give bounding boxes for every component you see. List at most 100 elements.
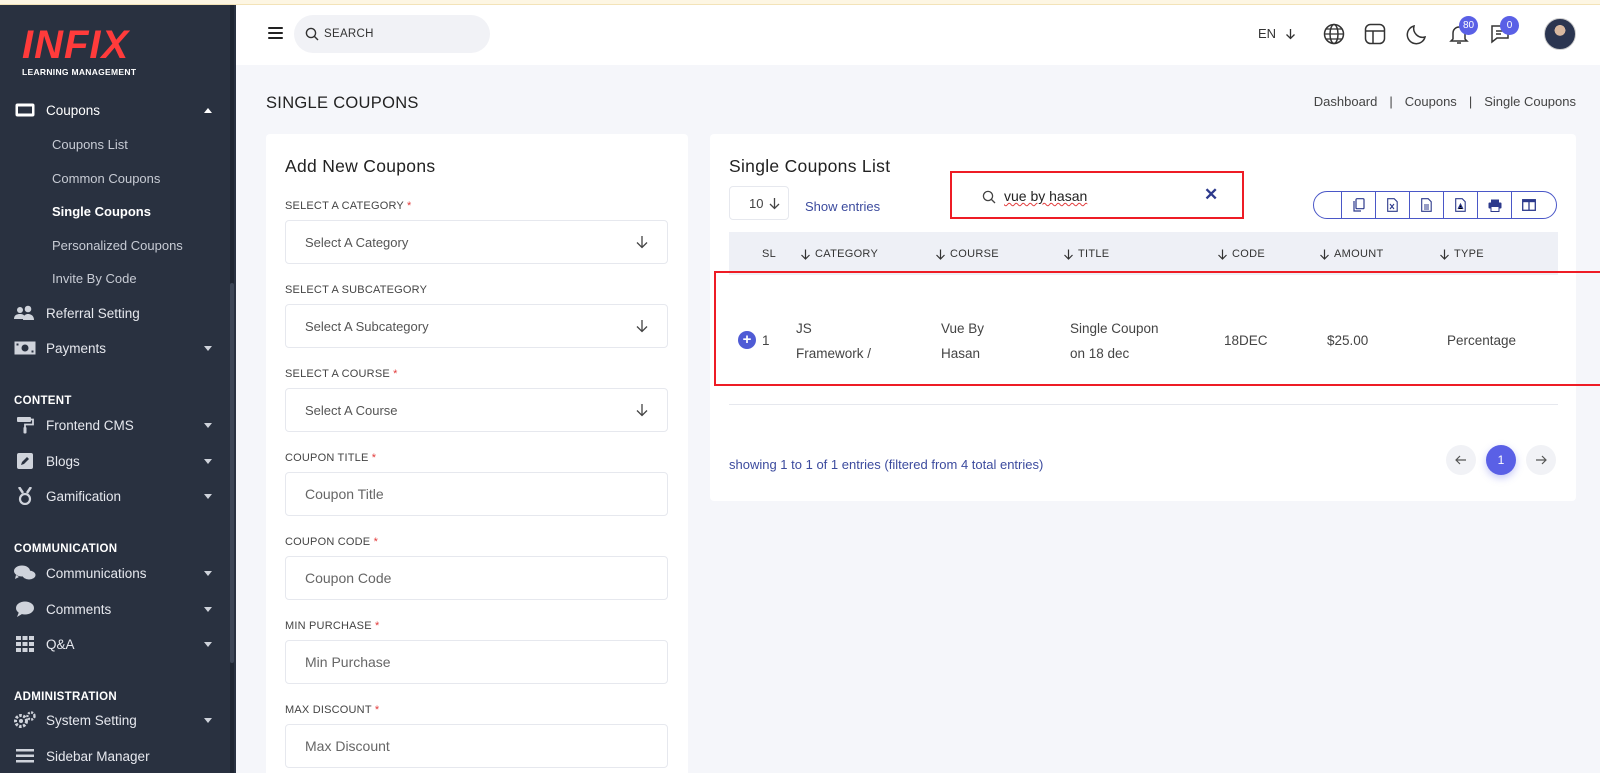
column-header-title[interactable]: TITLE — [1063, 248, 1109, 260]
column-header-sl[interactable]: SL — [762, 248, 776, 260]
pdf-button[interactable] — [1444, 192, 1478, 218]
sidebar-item-label: Gamification — [46, 488, 122, 504]
globe-icon[interactable] — [1322, 22, 1346, 46]
search-input[interactable]: SEARCH — [294, 15, 490, 53]
coupon-title-placeholder: Coupon Title — [305, 486, 384, 502]
excel-button[interactable] — [1376, 192, 1410, 218]
course-select[interactable]: Select A Course — [285, 388, 668, 432]
column-header-amount[interactable]: AMOUNT — [1319, 248, 1383, 260]
sidebar-item-system-setting[interactable]: System Setting — [0, 705, 236, 735]
show-entries-label: Show entries — [805, 199, 881, 214]
chevron-down-icon — [204, 458, 212, 464]
csv-button[interactable] — [1410, 192, 1444, 218]
max-discount-label: MAX DISCOUNT * — [285, 704, 380, 716]
form-title: Add New Coupons — [285, 156, 436, 176]
grid-icon — [14, 635, 36, 653]
medal-icon — [14, 487, 36, 505]
sidebar-subitem-single-coupons[interactable]: Single Coupons — [52, 204, 151, 219]
sidebar-item-gamification[interactable]: Gamification — [0, 481, 236, 511]
column-header-category[interactable]: CATEGORY — [800, 248, 878, 260]
page-1-button[interactable]: 1 — [1486, 445, 1516, 475]
category-select[interactable]: Select A Category — [285, 220, 668, 264]
arrow-down-icon — [636, 320, 648, 333]
breadcrumb: Dashboard | Coupons | Single Coupons — [1314, 94, 1576, 109]
brand-logo[interactable]: INFIX LEARNING MANAGEMENT — [22, 25, 136, 77]
pagination-info: showing 1 to 1 of 1 entries (filtered fr… — [729, 457, 1044, 472]
search-icon — [305, 27, 319, 41]
previous-page-button[interactable] — [1446, 445, 1476, 475]
columns-button[interactable] — [1512, 192, 1546, 218]
sidebar-item-label: Coupons — [46, 102, 101, 118]
language-label: EN — [1258, 26, 1277, 41]
breadcrumb-current: Single Coupons — [1484, 94, 1576, 109]
clear-search-icon[interactable]: ✕ — [1204, 185, 1218, 205]
logo-text: INFIX — [22, 23, 130, 67]
course-placeholder: Select A Course — [305, 403, 398, 418]
cell-title: Single Coupon on 18 dec — [1070, 321, 1159, 361]
notifications-badge: 80 — [1459, 16, 1478, 35]
arrow-down-icon — [1285, 29, 1295, 40]
table-header: SL CATEGORY COURSE TITLE CODE AMOUNT TYP… — [729, 232, 1558, 275]
breadcrumb-coupons[interactable]: Coupons — [1405, 94, 1457, 109]
copy-button[interactable] — [1342, 192, 1376, 218]
category-placeholder: Select A Category — [305, 235, 409, 250]
sidebar-subitem-personalized-coupons[interactable]: Personalized Coupons — [52, 238, 183, 253]
sidebar-item-qa[interactable]: Q&A — [0, 629, 236, 659]
cell-sl: 1 — [762, 333, 770, 348]
sidebar-item-payments[interactable]: Payments — [0, 333, 236, 363]
table-search-input[interactable]: vue by hasan ✕ — [950, 171, 1244, 219]
min-purchase-field[interactable]: Min Purchase — [285, 640, 668, 684]
users-icon — [14, 304, 36, 322]
expand-row-icon[interactable]: + — [738, 331, 756, 349]
avatar[interactable] — [1544, 18, 1576, 50]
chevron-up-icon — [204, 107, 212, 113]
cell-course: Vue By Hasan — [941, 321, 985, 361]
entries-select[interactable]: 10 — [729, 186, 789, 220]
subcategory-label: SELECT A SUBCATEGORY — [285, 284, 428, 296]
breadcrumb-dashboard[interactable]: Dashboard — [1314, 94, 1378, 109]
copy-icon — [1352, 198, 1365, 212]
sidebar-item-referral[interactable]: Referral Setting — [0, 298, 236, 328]
sort-arrow-icon — [801, 249, 810, 260]
layout-icon[interactable] — [1363, 22, 1387, 46]
chevron-down-icon — [204, 422, 212, 428]
search-label: SEARCH — [324, 28, 374, 40]
sidebar-item-comments[interactable]: Comments — [0, 594, 236, 624]
max-discount-field[interactable]: Max Discount — [285, 724, 668, 768]
sidebar-subitem-invite-by-code[interactable]: Invite By Code — [52, 271, 137, 286]
sidebar-item-label: Frontend CMS — [46, 417, 134, 433]
subcategory-select[interactable]: Select A Subcategory — [285, 304, 668, 348]
language-selector[interactable]: EN — [1258, 26, 1296, 41]
chevron-down-icon — [204, 717, 212, 723]
coupon-title-field[interactable]: Coupon Title — [285, 472, 668, 516]
moon-icon[interactable] — [1405, 22, 1429, 46]
sidebar-item-communications[interactable]: Communications — [0, 558, 236, 588]
sidebar: INFIX LEARNING MANAGEMENT Coupons Coupon… — [0, 5, 236, 773]
export-buttons — [1313, 191, 1557, 219]
sidebar-item-coupons[interactable]: Coupons — [0, 95, 236, 125]
row-divider — [729, 404, 1558, 405]
chevron-down-icon — [204, 641, 212, 647]
sidebar-subitem-common-coupons[interactable]: Common Coupons — [52, 171, 160, 186]
sidebar-item-label: Sidebar Manager — [46, 748, 150, 764]
print-button[interactable] — [1478, 192, 1512, 218]
column-header-course[interactable]: COURSE — [935, 248, 999, 260]
sort-arrow-icon — [936, 249, 945, 260]
sidebar-item-label: Referral Setting — [46, 305, 140, 321]
page-title: SINGLE COUPONS — [266, 94, 419, 112]
sidebar-item-frontend-cms[interactable]: Frontend CMS — [0, 410, 236, 440]
breadcrumb-separator: | — [1389, 94, 1393, 109]
entries-value: 10 — [749, 196, 764, 211]
arrow-right-icon — [1536, 455, 1547, 465]
sidebar-item-sidebar-manager[interactable]: Sidebar Manager — [0, 741, 236, 771]
column-header-type[interactable]: TYPE — [1439, 248, 1484, 260]
coupon-code-placeholder: Coupon Code — [305, 570, 392, 586]
menu-icon[interactable] — [268, 27, 283, 39]
next-page-button[interactable] — [1526, 445, 1556, 475]
column-header-code[interactable]: CODE — [1217, 248, 1265, 260]
sidebar-subitem-coupons-list[interactable]: Coupons List — [52, 137, 128, 152]
add-coupon-form: Add New Coupons SELECT A CATEGORY * Sele… — [266, 134, 688, 773]
sidebar-item-blogs[interactable]: Blogs — [0, 446, 236, 476]
search-value: vue by hasan — [1004, 188, 1088, 204]
coupon-code-field[interactable]: Coupon Code — [285, 556, 668, 600]
